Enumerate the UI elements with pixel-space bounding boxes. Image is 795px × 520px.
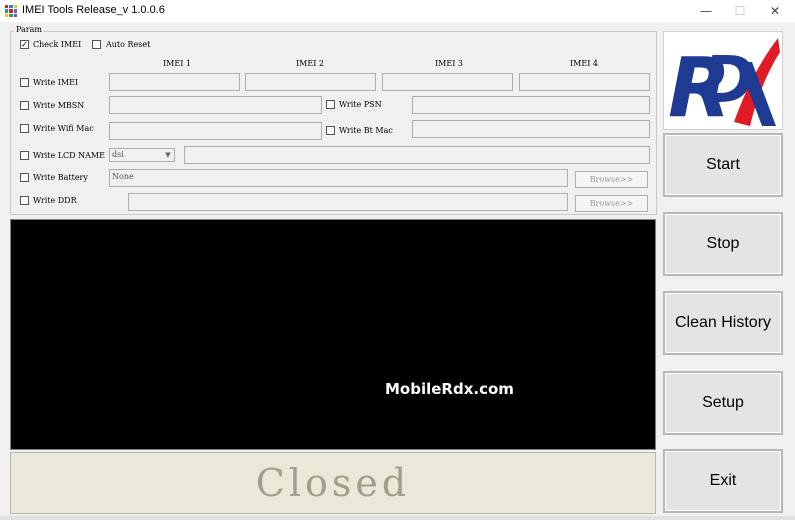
write-bt-mac-checkbox[interactable] bbox=[326, 126, 335, 135]
imei-2-field[interactable] bbox=[245, 73, 376, 91]
write-mbsn-checkbox[interactable] bbox=[20, 101, 29, 110]
exit-button[interactable]: Exit bbox=[663, 449, 783, 513]
write-battery-checkbox[interactable] bbox=[20, 173, 29, 182]
imei-2-header: IMEI 2 bbox=[296, 59, 324, 68]
setup-button[interactable]: Setup bbox=[663, 371, 783, 435]
start-button[interactable]: Start bbox=[663, 133, 783, 197]
write-wifi-mac-checkbox[interactable] bbox=[20, 124, 29, 133]
imei-4-header: IMEI 4 bbox=[570, 59, 598, 68]
chevron-down-icon: ▼ bbox=[165, 151, 171, 159]
status-panel: Closed bbox=[10, 452, 656, 514]
write-lcd-name-label: Write LCD NAME bbox=[33, 151, 105, 160]
log-console[interactable] bbox=[10, 219, 656, 450]
write-imei-checkbox[interactable] bbox=[20, 78, 29, 87]
wifi-mac-field[interactable] bbox=[109, 122, 322, 140]
check-imei-label: Check IMEI bbox=[33, 40, 82, 49]
lcd-name-selected: dsi bbox=[112, 150, 124, 159]
rdx-logo: R D bbox=[663, 31, 783, 136]
write-ddr-checkbox[interactable] bbox=[20, 196, 29, 205]
mbsn-field[interactable] bbox=[109, 96, 322, 114]
ddr-field[interactable] bbox=[128, 193, 568, 211]
write-psn-checkbox[interactable] bbox=[326, 100, 335, 109]
write-lcd-name-checkbox[interactable] bbox=[20, 151, 29, 160]
write-ddr-label: Write DDR bbox=[33, 196, 77, 205]
write-mbsn-label: Write MBSN bbox=[33, 101, 85, 110]
battery-field[interactable]: None bbox=[109, 169, 568, 187]
rdx-logo-graphic: R D bbox=[668, 38, 780, 136]
imei-1-header: IMEI 1 bbox=[163, 59, 191, 68]
param-legend: Param bbox=[14, 25, 44, 34]
psn-field[interactable] bbox=[412, 96, 650, 114]
write-psn-label: Write PSN bbox=[339, 100, 382, 109]
write-imei-label: Write IMEI bbox=[33, 78, 79, 87]
clean-history-button[interactable]: Clean History bbox=[663, 291, 783, 355]
imei-4-field[interactable] bbox=[519, 73, 650, 91]
window-title: IMEI Tools Release_v 1.0.0.6 bbox=[22, 4, 165, 16]
app-icon bbox=[4, 4, 18, 18]
bt-mac-field[interactable] bbox=[412, 120, 650, 138]
imei-3-header: IMEI 3 bbox=[435, 59, 463, 68]
maximize-button[interactable]: ☐ bbox=[720, 0, 760, 22]
auto-reset-checkbox[interactable] bbox=[92, 40, 101, 49]
lcd-name-field[interactable] bbox=[184, 146, 650, 164]
stop-button[interactable]: Stop bbox=[663, 212, 783, 276]
battery-browse-button[interactable]: Browse>> bbox=[575, 171, 648, 188]
write-bt-mac-label: Write Bt Mac bbox=[339, 126, 393, 135]
check-imei-checkbox[interactable]: ✓ bbox=[20, 40, 29, 49]
auto-reset-label: Auto Reset bbox=[106, 40, 151, 49]
close-button[interactable]: ✕ bbox=[755, 0, 795, 22]
write-wifi-mac-label: Write Wifi Mac bbox=[33, 124, 94, 133]
imei-3-field[interactable] bbox=[382, 73, 513, 91]
window-bottom-edge bbox=[0, 516, 795, 520]
status-text: Closed bbox=[255, 461, 411, 505]
ddr-browse-button[interactable]: Browse>> bbox=[575, 195, 648, 212]
watermark-text: MobileRdx.com bbox=[385, 380, 514, 398]
write-battery-label: Write Battery bbox=[33, 173, 88, 182]
imei-1-field[interactable] bbox=[109, 73, 240, 91]
lcd-name-select[interactable]: dsi ▼ bbox=[109, 148, 175, 162]
